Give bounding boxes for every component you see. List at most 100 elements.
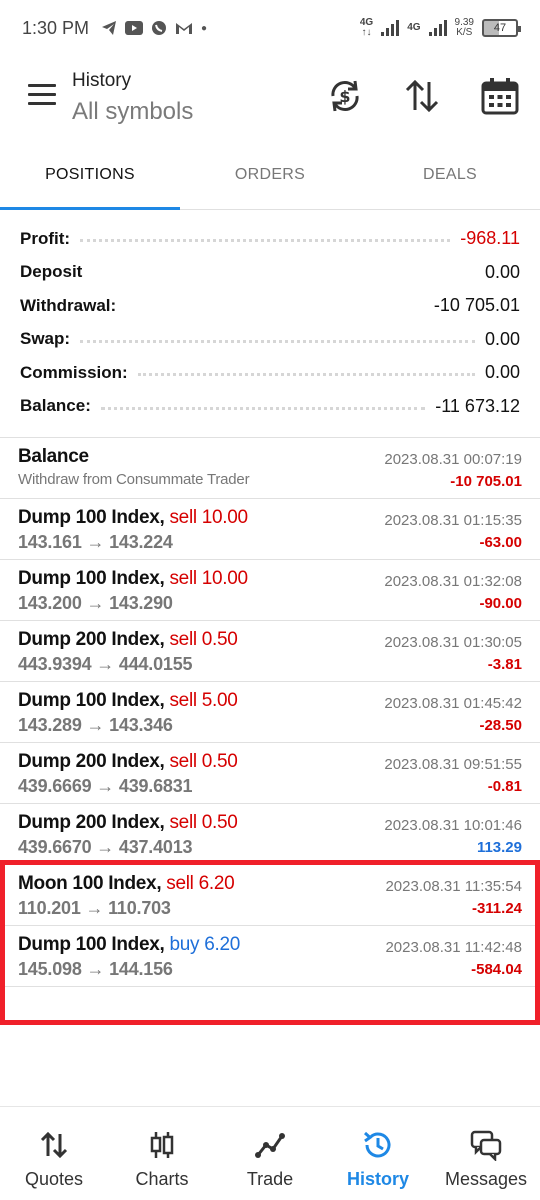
svg-text:$: $ — [339, 87, 350, 106]
calendar-icon[interactable] — [480, 76, 520, 116]
item-symbol: Dump 100 Index, — [18, 507, 165, 528]
list-item[interactable]: Dump 100 Index, sell 5.00 143.289 → 143.… — [0, 682, 540, 743]
item-profit: -63.00 — [479, 534, 522, 551]
item-date: 2023.08.31 01:30:05 — [384, 634, 522, 651]
signal-icon-2 — [428, 20, 447, 36]
network-type-1: 4G ↑↓ — [359, 17, 374, 38]
deals-list: Balance Withdraw from Consummate Trader … — [0, 437, 540, 987]
summary-value: 0.00 — [484, 362, 520, 383]
status-time: 1:30 PM — [22, 17, 90, 38]
item-profit: -0.81 — [487, 778, 522, 795]
item-date: 2023.08.31 09:51:55 — [384, 756, 522, 773]
candlestick-icon — [150, 1132, 174, 1158]
item-side: sell 6.20 — [166, 873, 235, 894]
network-type-2: 4G — [407, 22, 421, 33]
item-symbol: Dump 200 Index, — [18, 629, 165, 650]
item-prices: 145.098 → 144.156 — [18, 959, 173, 979]
summary-label: Commission: — [20, 362, 128, 382]
list-item[interactable]: Dump 100 Index, sell 10.00 143.161 → 143… — [0, 499, 540, 560]
item-symbol: Dump 100 Index, — [18, 690, 165, 711]
summary-row-profit: Profit: -968.11 — [20, 222, 520, 256]
summary-label: Balance: — [20, 396, 91, 416]
summary-row-balance: Balance: -11 673.12 — [20, 390, 520, 424]
battery-icon: 47 — [482, 19, 521, 37]
messages-chat-icon — [470, 1130, 502, 1161]
title-block: History All symbols — [72, 70, 193, 126]
item-side: sell 0.50 — [169, 812, 238, 833]
currency-exchange-icon[interactable]: $ — [325, 76, 365, 116]
item-symbol: Dump 100 Index, — [18, 568, 165, 589]
item-date: 2023.08.31 00:07:19 — [384, 451, 522, 468]
item-symbol: Dump 200 Index, — [18, 812, 165, 833]
summary-value: -10 705.01 — [433, 295, 520, 316]
summary-label: Deposit — [20, 262, 83, 282]
item-side: sell 10.00 — [169, 507, 248, 528]
nav-quotes[interactable]: Quotes — [0, 1107, 108, 1200]
tab-orders[interactable]: ORDERS — [180, 152, 360, 209]
item-side: sell 5.00 — [169, 690, 238, 711]
summary-row-commission: Commission: 0.00 — [20, 356, 520, 390]
item-side: sell 0.50 — [169, 751, 238, 772]
item-date: 2023.08.31 01:32:08 — [384, 573, 522, 590]
item-profit: -90.00 — [479, 595, 522, 612]
item-date: 2023.08.31 01:45:42 — [384, 695, 522, 712]
trade-line-icon — [255, 1133, 285, 1158]
item-prices: 439.6670 → 437.4013 — [18, 837, 193, 857]
nav-history[interactable]: History — [324, 1107, 432, 1200]
summary-row-deposit: Deposit 0.00 — [20, 256, 520, 290]
item-prices: 439.6669 → 439.6831 — [18, 776, 193, 796]
history-tabs: POSITIONS ORDERS DEALS — [0, 152, 540, 210]
youtube-icon — [125, 21, 144, 35]
nav-label: Charts — [135, 1169, 189, 1189]
nav-label: Quotes — [24, 1169, 84, 1189]
item-profit: -10 705.01 — [450, 473, 522, 490]
item-symbol: Balance — [18, 446, 89, 467]
summary-value: -11 673.12 — [435, 395, 520, 416]
symbol-filter[interactable]: All symbols — [72, 98, 193, 126]
list-item[interactable]: Dump 200 Index, sell 0.50 439.6670 → 437… — [0, 804, 540, 865]
quotes-arrows-icon — [40, 1131, 68, 1159]
item-symbol: Dump 100 Index, — [18, 934, 165, 955]
item-date: 2023.08.31 11:42:48 — [385, 939, 522, 956]
tab-positions[interactable]: POSITIONS — [0, 152, 180, 210]
nav-charts[interactable]: Charts — [108, 1107, 216, 1200]
signal-icon — [381, 20, 400, 36]
item-symbol: Moon 100 Index, — [18, 873, 162, 894]
item-date: 2023.08.31 10:01:46 — [384, 817, 522, 834]
history-clock-icon — [363, 1131, 391, 1158]
item-profit: -311.24 — [471, 900, 522, 917]
status-bar: 1:30 PM ● 4G ↑↓ 4G 9.39 K/S 47 — [0, 0, 540, 56]
bottom-nav: Quotes Charts Trade History Messages — [0, 1106, 540, 1200]
item-profit: -3.81 — [487, 656, 522, 673]
item-prices: 443.9394 → 444.0155 — [18, 654, 193, 674]
nav-messages[interactable]: Messages — [432, 1107, 540, 1200]
notification-icons: ● — [101, 20, 207, 36]
summary-label: Profit: — [20, 228, 71, 248]
list-item[interactable]: Dump 200 Index, sell 0.50 443.9394 → 444… — [0, 621, 540, 682]
summary-label: Withdrawal: — [20, 295, 117, 315]
nav-label: Messages — [444, 1169, 528, 1189]
item-date: 2023.08.31 01:15:35 — [384, 512, 522, 529]
menu-icon[interactable] — [28, 84, 56, 106]
telegram-icon — [102, 21, 117, 35]
more-notifications-dot: ● — [201, 22, 208, 34]
list-item[interactable]: Moon 100 Index, sell 6.20 110.201 → 110.… — [0, 865, 540, 926]
item-prices: 143.289 → 143.346 — [18, 715, 173, 735]
item-prices: 143.200 → 143.290 — [18, 593, 173, 613]
list-item[interactable]: Dump 200 Index, sell 0.50 439.6669 → 439… — [0, 743, 540, 804]
sort-icon[interactable] — [402, 76, 442, 116]
item-symbol: Dump 200 Index, — [18, 751, 165, 772]
item-prices: 110.201 → 110.703 — [18, 898, 171, 918]
list-item[interactable]: Dump 100 Index, sell 10.00 143.200 → 143… — [0, 560, 540, 621]
summary-label: Swap: — [20, 329, 71, 349]
summary-value: 0.00 — [484, 328, 520, 349]
nav-trade[interactable]: Trade — [216, 1107, 324, 1200]
list-item[interactable]: Dump 100 Index, buy 6.20 145.098 → 144.1… — [0, 926, 540, 987]
summary-value: 0.00 — [484, 261, 520, 282]
nav-label: History — [346, 1169, 409, 1189]
nav-label: Trade — [246, 1169, 294, 1189]
list-item[interactable]: Balance Withdraw from Consummate Trader … — [0, 438, 540, 499]
item-side: sell 0.50 — [169, 629, 238, 650]
tab-deals[interactable]: DEALS — [360, 152, 540, 209]
network-speed: 9.39 K/S — [454, 17, 474, 38]
